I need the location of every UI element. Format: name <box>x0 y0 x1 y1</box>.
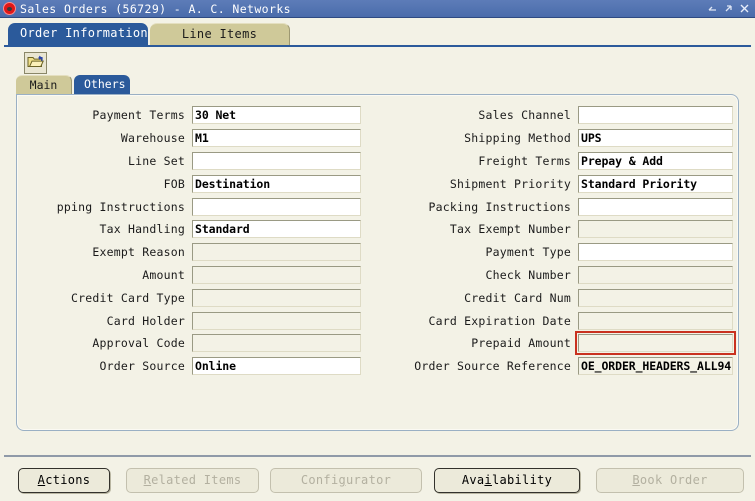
book-order-button: Book Order <box>596 468 744 493</box>
field-input <box>192 334 361 353</box>
form-row: FOB Destination <box>21 172 361 195</box>
form-row: Sales Channel <box>385 104 733 127</box>
form-row: Prepaid Amount <box>385 331 736 356</box>
form-row: Card Holder <box>21 309 361 332</box>
maximize-button[interactable] <box>721 2 736 16</box>
form-row: Freight Terms Prepay & Add <box>385 150 733 173</box>
open-folder-icon <box>27 54 44 72</box>
field-label: Approval Code <box>92 336 185 351</box>
field-label: Shipping Method <box>464 131 571 146</box>
subtab-others[interactable]: Others <box>74 75 130 94</box>
order-information-panel: Main Others Payment Terms 30 Net Warehouse… <box>4 45 751 455</box>
field-input[interactable]: Standard Priority <box>578 174 733 193</box>
availability-button[interactable]: Availability <box>434 468 580 493</box>
field-label: pping Instructions <box>56 199 185 214</box>
field-label: FOB <box>163 176 185 191</box>
form-row: Warehouse M1 <box>21 127 361 150</box>
open-folder-button[interactable] <box>24 52 47 74</box>
field-label: Tax Handling <box>99 222 185 237</box>
field-input[interactable]: Online <box>192 357 361 376</box>
field-input[interactable]: Standard <box>192 220 361 239</box>
form-row: Credit Card Type <box>21 286 361 309</box>
field-label: Card Expiration Date <box>428 313 571 328</box>
window-controls <box>705 2 755 16</box>
field-input <box>578 265 733 284</box>
form-row: Card Expiration Date <box>385 309 733 332</box>
sub-tabbar: Main Others <box>16 75 751 94</box>
form-row: Order Source Reference OE_ORDER_HEADERS_A… <box>385 355 733 378</box>
field-input <box>578 311 733 330</box>
field-label: Card Holder <box>106 313 185 328</box>
field-label: Warehouse <box>120 131 185 146</box>
window-titlebar: Sales Orders (56729) - A. C. Networks <box>0 0 755 18</box>
field-input[interactable]: Prepay & Add <box>578 151 733 170</box>
field-label: Prepaid Amount <box>471 336 571 351</box>
field-label: Line Set <box>128 153 185 168</box>
field-label: Credit Card Type <box>71 290 185 305</box>
related-items-button: Related Items <box>126 468 259 493</box>
main-tabbar: Order Information Line Items <box>0 23 755 45</box>
field-label: Exempt Reason <box>92 245 185 260</box>
tab-order-information[interactable]: Order Information <box>8 23 148 45</box>
configurator-button: Configurator <box>270 468 422 493</box>
field-label: Tax Exempt Number <box>449 222 571 237</box>
field-input[interactable] <box>192 197 361 216</box>
form-row: Check Number <box>385 264 733 287</box>
field-label: Payment Type <box>485 245 571 260</box>
field-input <box>192 243 361 262</box>
form-row: Packing Instructions <box>385 195 733 218</box>
field-label: Credit Card Num <box>464 290 571 305</box>
field-input[interactable] <box>578 243 733 262</box>
others-form-panel: Payment Terms 30 Net Warehouse M1 Line Set FO… <box>16 94 739 431</box>
actions-button[interactable]: Actions <box>18 468 110 493</box>
field-input <box>578 220 733 239</box>
form-row: Shipment Priority Standard Priority <box>385 172 733 195</box>
form-row: pping Instructions <box>21 195 361 218</box>
field-label: Payment Terms <box>92 108 185 123</box>
form-row: Payment Terms 30 Net <box>21 104 361 127</box>
field-input[interactable]: 30 Net <box>192 106 361 125</box>
form-row: Shipping Method UPS <box>385 127 733 150</box>
tab-line-items[interactable]: Line Items <box>150 23 290 45</box>
field-label: Order Source Reference <box>414 359 571 374</box>
form-row: Approval Code <box>21 332 361 355</box>
form-row: Amount <box>21 264 361 287</box>
field-label: Sales Channel <box>478 108 571 123</box>
form-row: Tax Handling Standard <box>21 218 361 241</box>
form-row: Order Source Online <box>21 355 361 378</box>
close-button[interactable] <box>737 2 752 16</box>
field-label: Amount <box>142 267 185 282</box>
form-row: Line Set <box>21 150 361 173</box>
form-row: Payment Type <box>385 241 733 264</box>
field-label: Packing Instructions <box>428 199 571 214</box>
minimize-button[interactable] <box>705 2 720 16</box>
form-right-column: Sales Channel Shipping Method UPS Freight T… <box>385 104 736 378</box>
form-toolbar <box>4 47 751 75</box>
field-input <box>192 265 361 284</box>
field-input[interactable]: Destination <box>192 174 361 193</box>
field-input <box>578 288 733 307</box>
form-row: Tax Exempt Number <box>385 218 733 241</box>
form-row: Credit Card Num <box>385 286 733 309</box>
form-left-column: Payment Terms 30 Net Warehouse M1 Line Set FO… <box>21 104 361 378</box>
field-label: Order Source <box>99 359 185 374</box>
subtab-main[interactable]: Main <box>16 75 72 94</box>
form-row: Exempt Reason <box>21 241 361 264</box>
window-title: Sales Orders (56729) - A. C. Networks <box>20 1 291 16</box>
oracle-o-icon <box>2 2 17 15</box>
field-input <box>575 331 736 356</box>
action-buttonbar: Actions Related Items Configurator Avail… <box>4 455 751 499</box>
field-label: Check Number <box>485 267 571 282</box>
field-input[interactable] <box>192 151 361 170</box>
field-input <box>192 288 361 307</box>
field-input[interactable] <box>578 197 733 216</box>
field-input[interactable]: UPS <box>578 129 733 148</box>
field-label: Freight Terms <box>478 153 571 168</box>
field-input <box>192 311 361 330</box>
field-input[interactable] <box>578 106 733 125</box>
field-label: Shipment Priority <box>449 176 571 191</box>
field-input[interactable]: M1 <box>192 129 361 148</box>
field-input: OE_ORDER_HEADERS_ALL9414 <box>578 357 733 376</box>
